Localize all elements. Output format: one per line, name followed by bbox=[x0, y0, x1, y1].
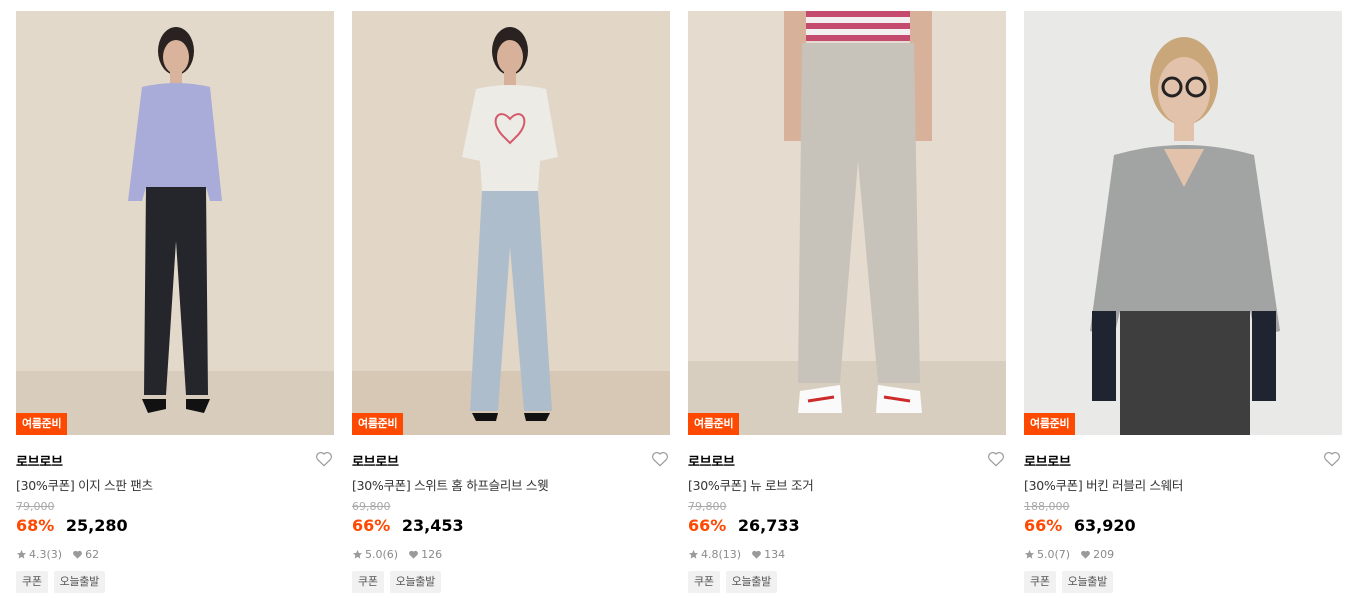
discount-rate: 66% bbox=[352, 516, 391, 535]
tag-list: 쿠폰 오늘출발 bbox=[1024, 571, 1113, 593]
model-photo-lavender-cardigan-black-pants bbox=[16, 11, 334, 435]
product-name[interactable]: [30%쿠폰] 버킨 러블리 스웨터 bbox=[1024, 475, 1324, 494]
tag-list: 쿠폰 오늘출발 bbox=[352, 571, 441, 593]
product-meta: 5.0 (7) 209 bbox=[1024, 548, 1114, 561]
rating: 4.8 bbox=[701, 548, 719, 561]
sale-price: 26,733 bbox=[737, 516, 800, 535]
original-price: 188,000 bbox=[1024, 500, 1070, 513]
heart-filled-icon bbox=[1080, 549, 1091, 560]
original-price: 79,800 bbox=[688, 500, 727, 513]
model-photo-white-sweatshirt-light-jeans bbox=[352, 11, 670, 435]
product-card[interactable]: 여름준비 로브로브 [30%쿠폰] 뉴 로브 조거 79,800 66% 26,… bbox=[688, 11, 1006, 611]
price-row: 66% 63,920 bbox=[1024, 516, 1136, 535]
same-day-shipping-tag: 오늘출발 bbox=[53, 571, 105, 593]
heart-icon[interactable] bbox=[986, 449, 1006, 469]
sale-price: 23,453 bbox=[401, 516, 464, 535]
like-count: 209 bbox=[1093, 548, 1115, 561]
coupon-tag: 쿠폰 bbox=[16, 571, 48, 593]
like-count: 134 bbox=[764, 548, 786, 561]
heart-filled-icon bbox=[751, 549, 762, 560]
heart-filled-icon bbox=[72, 549, 83, 560]
discount-rate: 66% bbox=[688, 516, 727, 535]
product-card[interactable]: 여름준비 로브로브 [30%쿠폰] 이지 스판 팬츠 79,000 68% 25… bbox=[16, 11, 334, 611]
brand-name[interactable]: 로브로브 bbox=[352, 451, 399, 470]
product-card[interactable]: 여름준비 로브로브 [30%쿠폰] 스위트 홈 하프슬리브 스웻 69,800 … bbox=[352, 11, 670, 611]
rating: 5.0 bbox=[1037, 548, 1055, 561]
heart-filled-icon bbox=[408, 549, 419, 560]
discount-rate: 68% bbox=[16, 516, 55, 535]
product-meta: 4.3 (3) 62 bbox=[16, 548, 99, 561]
brand-name[interactable]: 로브로브 bbox=[688, 451, 735, 470]
heart-icon[interactable] bbox=[1322, 449, 1342, 469]
review-count: (13) bbox=[718, 548, 742, 561]
brand-name[interactable]: 로브로브 bbox=[1024, 451, 1071, 470]
like-count: 62 bbox=[85, 548, 100, 561]
coupon-tag: 쿠폰 bbox=[688, 571, 720, 593]
original-price: 79,000 bbox=[16, 500, 55, 513]
sale-price: 25,280 bbox=[65, 516, 128, 535]
product-meta: 5.0 (6) 126 bbox=[352, 548, 442, 561]
coupon-tag: 쿠폰 bbox=[352, 571, 384, 593]
product-image[interactable]: 여름준비 bbox=[352, 11, 670, 435]
product-card[interactable]: 여름준비 로브로브 [30%쿠폰] 버킨 러블리 스웨터 188,000 66%… bbox=[1024, 11, 1342, 611]
product-name[interactable]: [30%쿠폰] 스위트 홈 하프슬리브 스웻 bbox=[352, 475, 652, 494]
brand-name[interactable]: 로브로브 bbox=[16, 451, 63, 470]
price-row: 68% 25,280 bbox=[16, 516, 128, 535]
model-photo-grey-jogger-pants bbox=[688, 11, 1006, 435]
price-row: 66% 23,453 bbox=[352, 516, 464, 535]
price-row: 66% 26,733 bbox=[688, 516, 800, 535]
rating: 5.0 bbox=[365, 548, 383, 561]
promo-badge: 여름준비 bbox=[352, 413, 404, 435]
product-image[interactable]: 여름준비 bbox=[688, 11, 1006, 435]
same-day-shipping-tag: 오늘출발 bbox=[725, 571, 777, 593]
review-count: (7) bbox=[1054, 548, 1071, 561]
product-image[interactable]: 여름준비 bbox=[1024, 11, 1342, 435]
same-day-shipping-tag: 오늘출발 bbox=[389, 571, 441, 593]
sale-price: 63,920 bbox=[1073, 516, 1136, 535]
rating: 4.3 bbox=[29, 548, 47, 561]
tag-list: 쿠폰 오늘출발 bbox=[688, 571, 777, 593]
star-icon bbox=[352, 549, 363, 560]
discount-rate: 66% bbox=[1024, 516, 1063, 535]
tag-list: 쿠폰 오늘출발 bbox=[16, 571, 105, 593]
same-day-shipping-tag: 오늘출발 bbox=[1061, 571, 1113, 593]
star-icon bbox=[1024, 549, 1035, 560]
review-count: (3) bbox=[46, 548, 63, 561]
star-icon bbox=[688, 549, 699, 560]
promo-badge: 여름준비 bbox=[688, 413, 740, 435]
like-count: 126 bbox=[421, 548, 443, 561]
promo-badge: 여름준비 bbox=[16, 413, 68, 435]
product-meta: 4.8 (13) 134 bbox=[688, 548, 785, 561]
coupon-tag: 쿠폰 bbox=[1024, 571, 1056, 593]
promo-badge: 여름준비 bbox=[1024, 413, 1076, 435]
original-price: 69,800 bbox=[352, 500, 391, 513]
product-grid: 여름준비 로브로브 [30%쿠폰] 이지 스판 팬츠 79,000 68% 25… bbox=[16, 11, 1342, 611]
star-icon bbox=[16, 549, 27, 560]
product-name[interactable]: [30%쿠폰] 이지 스판 팬츠 bbox=[16, 475, 316, 494]
model-photo-grey-knit-sweater bbox=[1024, 11, 1342, 435]
product-image[interactable]: 여름준비 bbox=[16, 11, 334, 435]
heart-icon[interactable] bbox=[650, 449, 670, 469]
product-name[interactable]: [30%쿠폰] 뉴 로브 조거 bbox=[688, 475, 988, 494]
review-count: (6) bbox=[382, 548, 399, 561]
heart-icon[interactable] bbox=[314, 449, 334, 469]
